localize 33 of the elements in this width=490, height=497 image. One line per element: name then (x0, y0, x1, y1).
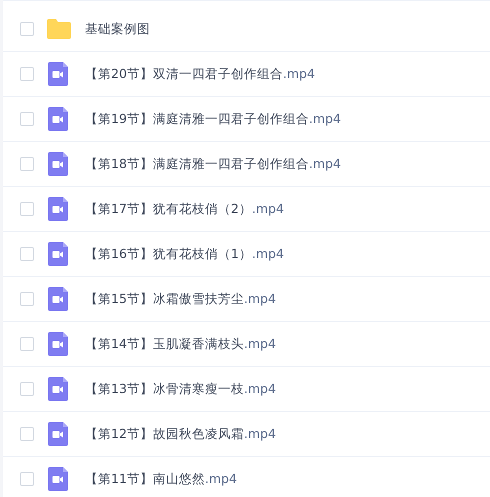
checkbox[interactable] (20, 112, 34, 126)
video-file-icon (47, 377, 71, 401)
folder-icon (47, 17, 71, 41)
file-name[interactable]: 【第19节】满庭清雅一四君子创作组合.mp4 (85, 110, 341, 128)
video-file-icon (47, 332, 71, 356)
video-file-icon (47, 422, 71, 446)
checkbox[interactable] (20, 337, 34, 351)
file-name[interactable]: 【第13节】冰骨清寒瘦一枝.mp4 (85, 380, 276, 398)
checkbox[interactable] (20, 22, 34, 36)
checkbox[interactable] (20, 247, 34, 261)
checkbox[interactable] (20, 157, 34, 171)
file-name[interactable]: 【第11节】南山悠然.mp4 (85, 470, 237, 488)
file-name[interactable]: 【第18节】满庭清雅一四君子创作组合.mp4 (85, 154, 341, 174)
checkbox[interactable] (20, 382, 34, 396)
video-file-icon (47, 107, 71, 131)
folder-name[interactable]: 基础案例图 (85, 20, 150, 38)
file-name[interactable]: 【第16节】犹有花枝俏（1）.mp4 (85, 244, 284, 264)
video-file-icon (47, 197, 71, 221)
checkbox[interactable] (20, 472, 34, 486)
video-file-icon (47, 152, 71, 176)
checkbox[interactable] (20, 427, 34, 441)
video-file-icon (47, 242, 71, 266)
video-file-icon (47, 62, 71, 86)
checkbox[interactable] (20, 292, 34, 306)
file-name[interactable]: 【第15节】冰霜傲雪扶芳尘.mp4 (85, 290, 276, 308)
video-file-icon (47, 287, 71, 311)
file-name[interactable]: 【第20节】双清一四君子创作组合.mp4 (85, 64, 315, 84)
video-file-icon (47, 467, 71, 491)
file-name[interactable]: 【第12节】故园秋色凌风霜.mp4 (85, 424, 276, 444)
checkbox[interactable] (20, 67, 34, 81)
file-name[interactable]: 【第17节】犹有花枝俏（2）.mp4 (85, 200, 284, 218)
file-name[interactable]: 【第14节】玉肌凝香满枝头.mp4 (85, 334, 276, 354)
checkbox[interactable] (20, 202, 34, 216)
